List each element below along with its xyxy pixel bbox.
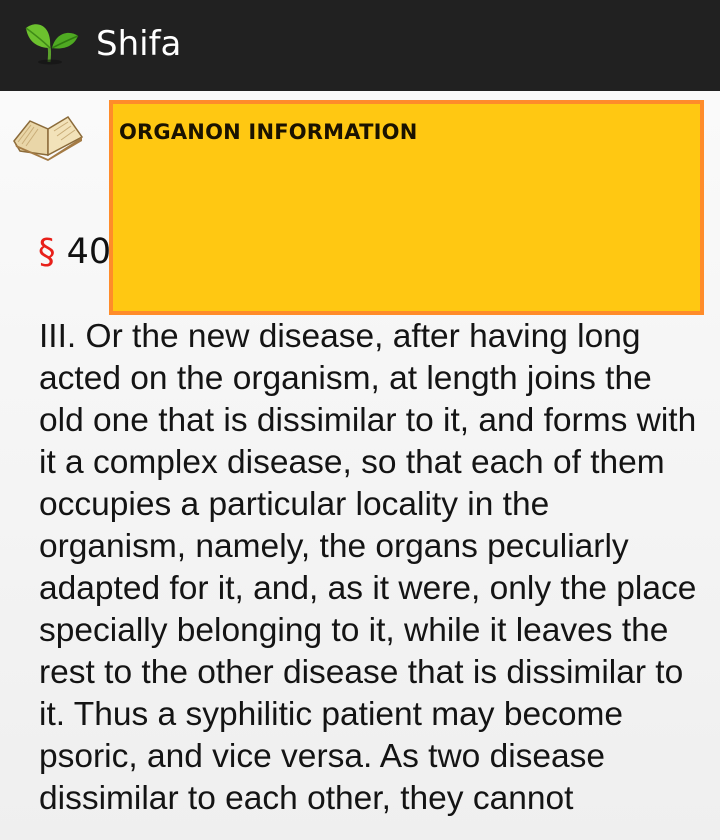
organon-information-button[interactable]: ORGANON INFORMATION	[109, 100, 704, 315]
paragraph-number: § 40	[38, 232, 111, 272]
app-title: Shifa	[96, 24, 182, 64]
aphorism-text: III. Or the new disease, after having lo…	[39, 318, 697, 817]
info-box-title: ORGANON INFORMATION	[119, 120, 418, 144]
section-number: 40	[66, 232, 112, 272]
section-symbol: §	[38, 232, 56, 272]
organon-content: § 40 ORGANON INFORMATION III. Or the new…	[0, 91, 720, 840]
open-book-icon[interactable]	[10, 111, 84, 161]
leaf-icon[interactable]	[22, 18, 82, 66]
action-bar: Shifa	[0, 0, 720, 91]
